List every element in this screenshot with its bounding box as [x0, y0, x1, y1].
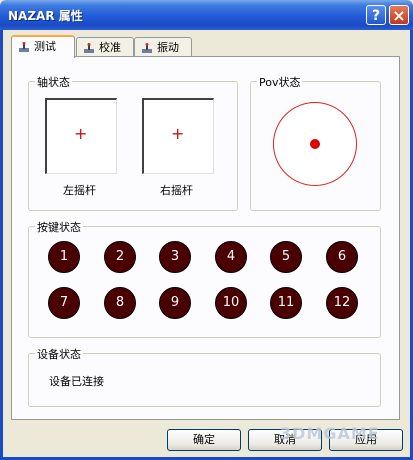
help-button[interactable]: ?: [366, 5, 386, 25]
tab-calibrate[interactable]: 校准: [76, 37, 134, 57]
button-indicator-8: 8: [104, 287, 136, 319]
button-indicator-10: 10: [215, 287, 247, 319]
tab-label: 校准: [99, 41, 121, 54]
tab-label: 测试: [34, 40, 56, 53]
device-status-group: 设备状态 设备已连接: [28, 346, 381, 407]
watermark-logo: 3DMGAME: [280, 424, 380, 443]
close-button[interactable]: ×: [389, 5, 409, 25]
pov-indicator-dot: [310, 139, 320, 149]
tab-panel-test: 轴状态 + + 左摇杆 右摇杆 Pov状态 按键状态 1 2 3 4 5 6 7…: [11, 56, 400, 420]
joystick-icon: [83, 42, 95, 54]
right-stick-label: 右摇杆: [160, 184, 193, 197]
tab-test[interactable]: 测试: [11, 35, 75, 58]
axis-status-group: 轴状态 + + 左摇杆 右摇杆: [28, 74, 238, 211]
close-icon: ×: [392, 6, 406, 25]
joystick-icon: [18, 41, 30, 53]
ok-button[interactable]: 确定: [167, 429, 241, 451]
button-indicator-1: 1: [48, 241, 80, 273]
button-status-group: 按键状态 1 2 3 4 5 6 7 8 9 10 11 12: [28, 219, 381, 338]
tab-vibration[interactable]: 振动: [134, 37, 192, 57]
device-status-text: 设备已连接: [49, 375, 104, 388]
right-stick-crosshair: +: [171, 124, 185, 143]
axis-status-title: 轴状态: [35, 74, 72, 90]
button-indicator-11: 11: [270, 287, 302, 319]
button-indicator-6: 6: [326, 241, 358, 273]
left-stick-display: +: [45, 98, 117, 174]
pov-status-group: Pov状态: [250, 74, 381, 211]
button-indicator-4: 4: [215, 241, 247, 273]
button-indicator-12: 12: [326, 287, 358, 319]
left-stick-label: 左摇杆: [63, 184, 96, 197]
right-stick-display: +: [142, 98, 214, 174]
button-status-title: 按键状态: [35, 219, 83, 235]
joystick-icon: [141, 42, 153, 54]
tab-label: 振动: [157, 41, 179, 54]
help-icon: ?: [371, 8, 381, 24]
button-indicator-3: 3: [159, 241, 191, 273]
title-bar[interactable]: NAZAR 属性 ? ×: [0, 0, 413, 30]
window-title: NAZAR 属性: [8, 9, 83, 23]
button-indicator-9: 9: [159, 287, 191, 319]
left-stick-crosshair: +: [74, 124, 88, 143]
button-indicator-7: 7: [48, 287, 80, 319]
button-indicator-2: 2: [104, 241, 136, 273]
button-indicator-5: 5: [270, 241, 302, 273]
device-status-title: 设备状态: [35, 346, 83, 362]
pov-status-title: Pov状态: [257, 74, 303, 90]
